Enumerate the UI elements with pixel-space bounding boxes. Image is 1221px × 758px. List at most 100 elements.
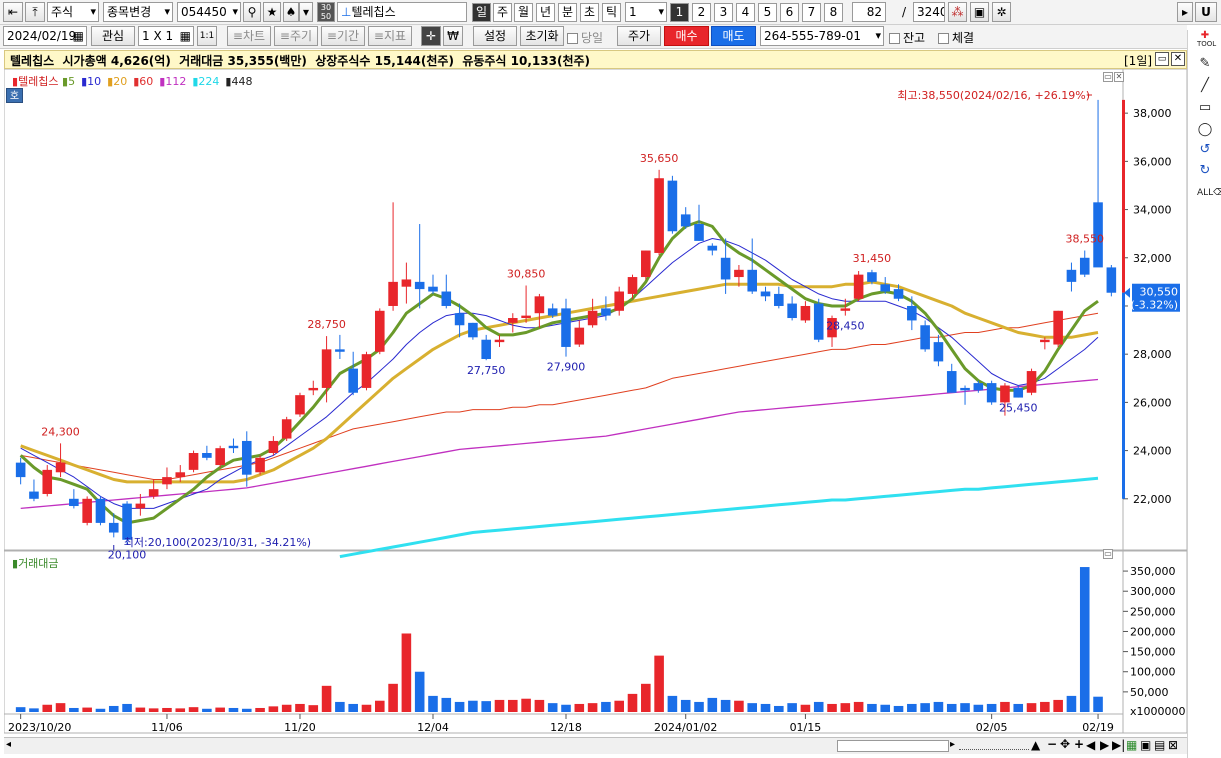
play-back-icon[interactable]: ◀ [1086, 738, 1095, 752]
tab-period[interactable]: ≡기간 [321, 26, 365, 46]
buy-label: 매수 [675, 29, 698, 43]
redo-icon[interactable]: ↻ [1197, 163, 1213, 179]
volume-panel-minimize-icon[interactable]: ▭ [1103, 549, 1113, 559]
tab-indicator[interactable]: ≡지표 [368, 26, 412, 46]
collapse-left-button[interactable]: ⇤ [3, 2, 23, 22]
number-button-3[interactable]: 3 [714, 3, 733, 22]
scroll-left-icon[interactable]: ◂ [6, 739, 11, 750]
candle-body [641, 250, 651, 278]
secondary-toolbar: 2024/02/19 ▦ 관심 1 X 1 ▦ 1:1 ≡차트 ≡주기 ≡기간 ≡지… [0, 25, 1187, 49]
buy-button[interactable]: 매수 [664, 26, 709, 46]
plus-icon[interactable]: + [1074, 737, 1084, 751]
balance-checkbox[interactable]: 잔고 [889, 29, 925, 46]
balance-box[interactable] [889, 33, 900, 44]
restore-window-icon[interactable]: ▭ [1155, 52, 1169, 66]
candle-body [534, 296, 545, 314]
date-input[interactable]: 2024/02/19 ▦ [3, 26, 87, 46]
floppy-icon[interactable]: ▣ [1140, 738, 1151, 752]
excel-icon[interactable]: ▦ [1126, 738, 1137, 752]
volume-bar [627, 693, 638, 712]
calendar-icon[interactable]: ▦ [73, 27, 84, 45]
zoom-out-icon[interactable]: ▲ [1031, 738, 1040, 752]
scroll-right-icon[interactable]: ▸ [950, 739, 955, 750]
executed-checkbox[interactable]: 체결 [938, 29, 974, 46]
pencil-icon[interactable]: ✎ [1197, 56, 1213, 72]
pin-button[interactable]: ⤒ [25, 2, 45, 22]
expand-right-button[interactable]: ▸ [1177, 2, 1193, 22]
number-button-1[interactable]: 1 [670, 3, 689, 22]
number-button-6[interactable]: 6 [780, 3, 799, 22]
sell-button[interactable]: 매도 [711, 26, 756, 46]
spade-icon[interactable]: ♠ [283, 2, 299, 22]
period-count-select[interactable]: 1 [625, 2, 667, 22]
zoom-slider[interactable] [959, 742, 1029, 750]
number-button-5[interactable]: 5 [758, 3, 777, 22]
tool-icon[interactable]: ✚ TOOL [1197, 31, 1216, 49]
interest-button[interactable]: 관심 [91, 26, 135, 46]
stock-name-field[interactable]: ⊥텔레칩스 [337, 2, 467, 22]
change-item-select[interactable]: 종목변경 [103, 2, 173, 22]
eraser-all-icon[interactable]: ALL⌫ [1197, 185, 1221, 201]
account-select[interactable]: 264-555-789-01 [760, 26, 884, 46]
rectangle-icon[interactable]: ▭ [1197, 100, 1213, 116]
market-select[interactable]: 주식 [47, 2, 99, 22]
same-day-checkbox[interactable]: 당일 [567, 29, 603, 46]
fullscreen-icon[interactable]: ⊠ [1168, 738, 1178, 752]
candle-body [335, 349, 345, 352]
chart-legend: ▮텔레칩스 ▮5 ▮10 ▮20 ▮60 ▮112 ▮224 ▮448 [12, 73, 258, 89]
period-year-button[interactable]: 년 [536, 3, 555, 22]
save-icon[interactable]: ▣ [970, 2, 989, 22]
line-icon[interactable]: ╱ [1197, 78, 1213, 94]
stock-code-input[interactable]: 054450 [177, 2, 241, 22]
period-minute-button[interactable]: 분 [558, 3, 577, 22]
circle-icon[interactable]: ◯ [1197, 122, 1213, 138]
number-button-7[interactable]: 7 [802, 3, 821, 22]
quote-badge[interactable]: 호 [6, 88, 23, 103]
minus-icon[interactable]: − [1047, 737, 1057, 751]
period-week-button[interactable]: 주 [493, 3, 512, 22]
crosshair-icon[interactable]: ✛ [421, 26, 441, 46]
panel-minimize-icon[interactable]: ▭ [1103, 72, 1113, 82]
settings-button[interactable]: 설정 [473, 26, 517, 46]
candle-body [374, 310, 385, 352]
same-day-box[interactable] [567, 33, 578, 44]
period-tick-button[interactable]: 틱 [602, 3, 621, 22]
view-count-input[interactable]: 82 [852, 2, 886, 22]
search-icon[interactable]: ⚲ [243, 2, 261, 22]
volume-bar [55, 703, 66, 712]
volume-bar [827, 703, 837, 712]
reset-button[interactable]: 초기화 [520, 26, 564, 46]
info-bar: 텔레칩스 시가총액 4,626(억) 거래대금 35,355(백만) 상장주식수… [4, 50, 1187, 69]
layout-field[interactable]: 1 X 1 ▦ [138, 26, 194, 46]
gear-icon[interactable]: ✲ [992, 2, 1011, 22]
candle-body [175, 472, 186, 478]
price-button[interactable]: 주가 [617, 26, 661, 46]
dropdown-arrow-icon[interactable]: ▾ [299, 2, 313, 22]
period-day-button[interactable]: 일 [472, 3, 491, 22]
plus-move-icon[interactable]: ✥ [1060, 737, 1070, 751]
undo-icon[interactable]: ↺ [1197, 142, 1213, 158]
tab-cycle[interactable]: ≡주기 [274, 26, 318, 46]
one-one-button[interactable]: 1:1 [197, 26, 217, 46]
price-chart[interactable]: 38,00036,00034,00032,00030,00028,00026,0… [4, 69, 1187, 755]
tab-chart[interactable]: ≡차트 [227, 26, 271, 46]
panel-close-icon[interactable]: ✕ [1114, 72, 1124, 82]
star-icon[interactable]: ★ [263, 2, 281, 22]
print-icon[interactable]: ▤ [1154, 738, 1165, 752]
won-icon[interactable]: ₩ [443, 26, 463, 46]
period-second-button[interactable]: 초 [580, 3, 599, 22]
interest-label: 관심 [101, 29, 125, 43]
bottom-scrollbar[interactable]: ◂ ▸ ▲ − ✥ + ◀ ▶ ▶| ▦ ▣ ▤ ⊠ [4, 737, 1187, 754]
play-forward-icon[interactable]: ▶ [1100, 738, 1109, 752]
play-end-icon[interactable]: ▶| [1112, 738, 1125, 752]
grid-icon[interactable]: ⁂ [948, 2, 967, 22]
number-button-4[interactable]: 4 [736, 3, 755, 22]
close-window-icon[interactable]: ✕ [1171, 52, 1185, 66]
period-month-button[interactable]: 월 [514, 3, 533, 22]
chart-type-icon[interactable]: 30 50 [317, 2, 335, 22]
number-button-8[interactable]: 8 [824, 3, 843, 22]
executed-box[interactable] [938, 33, 949, 44]
scroll-thumb[interactable] [837, 740, 949, 752]
number-button-2[interactable]: 2 [692, 3, 711, 22]
u-button[interactable]: U [1195, 2, 1217, 22]
